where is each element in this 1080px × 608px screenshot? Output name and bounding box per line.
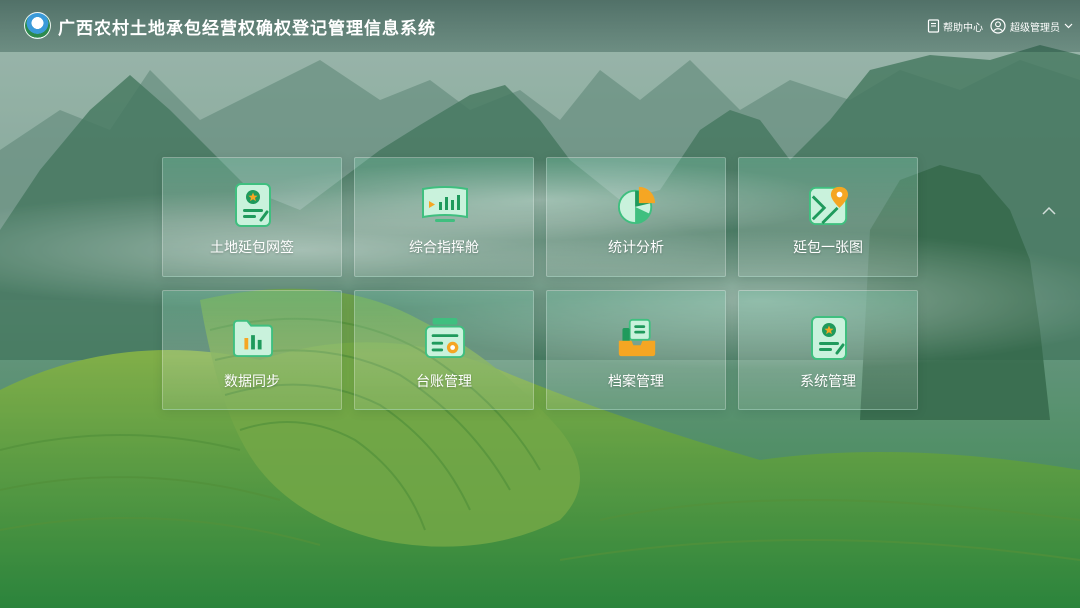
tile-land-renewal-signing[interactable]: 土地延包网签 [162,157,342,277]
map-pin-icon [809,183,849,227]
tile-statistics[interactable]: 统计分析 [546,157,726,277]
user-menu[interactable]: 超级管理员 [990,16,1073,36]
tile-label: 台账管理 [416,374,472,390]
app-title: 广西农村土地承包经营权确权登记管理信息系统 [58,19,436,39]
certificate-star-icon [233,183,273,227]
archive-icon [617,316,657,360]
tile-command-center[interactable]: 综合指挥舱 [354,157,534,277]
dashboard-screen-icon [421,183,469,227]
tile-system-management[interactable]: 系统管理 [738,290,918,410]
app-logo [24,12,51,39]
chevron-down-icon [1064,23,1073,29]
tile-label: 档案管理 [608,374,664,390]
user-name-label: 超级管理员 [1010,22,1060,34]
chevron-up-icon[interactable] [1041,201,1057,215]
tile-renewal-map[interactable]: 延包一张图 [738,157,918,277]
tile-archive[interactable]: 档案管理 [546,290,726,410]
user-avatar-icon [990,18,1006,34]
system-certificate-icon [809,316,849,360]
tile-ledger[interactable]: 台账管理 [354,290,534,410]
tile-label: 延包一张图 [793,240,863,256]
pie-chart-icon [617,183,657,227]
help-book-icon [927,19,940,33]
tile-label: 综合指挥舱 [409,240,479,256]
tile-data-sync[interactable]: 数据同步 [162,290,342,410]
top-header: 广西农村土地承包经营权确权登记管理信息系统 帮助中心 超级管理员 [0,0,1080,52]
help-center-link[interactable]: 帮助中心 [927,16,983,36]
tile-label: 系统管理 [800,374,856,390]
tile-label: 统计分析 [608,240,664,256]
ledger-icon [425,316,465,360]
tile-label: 土地延包网签 [210,240,294,256]
tile-label: 数据同步 [224,374,280,390]
folder-sync-icon [233,316,273,360]
help-center-label: 帮助中心 [943,22,983,34]
